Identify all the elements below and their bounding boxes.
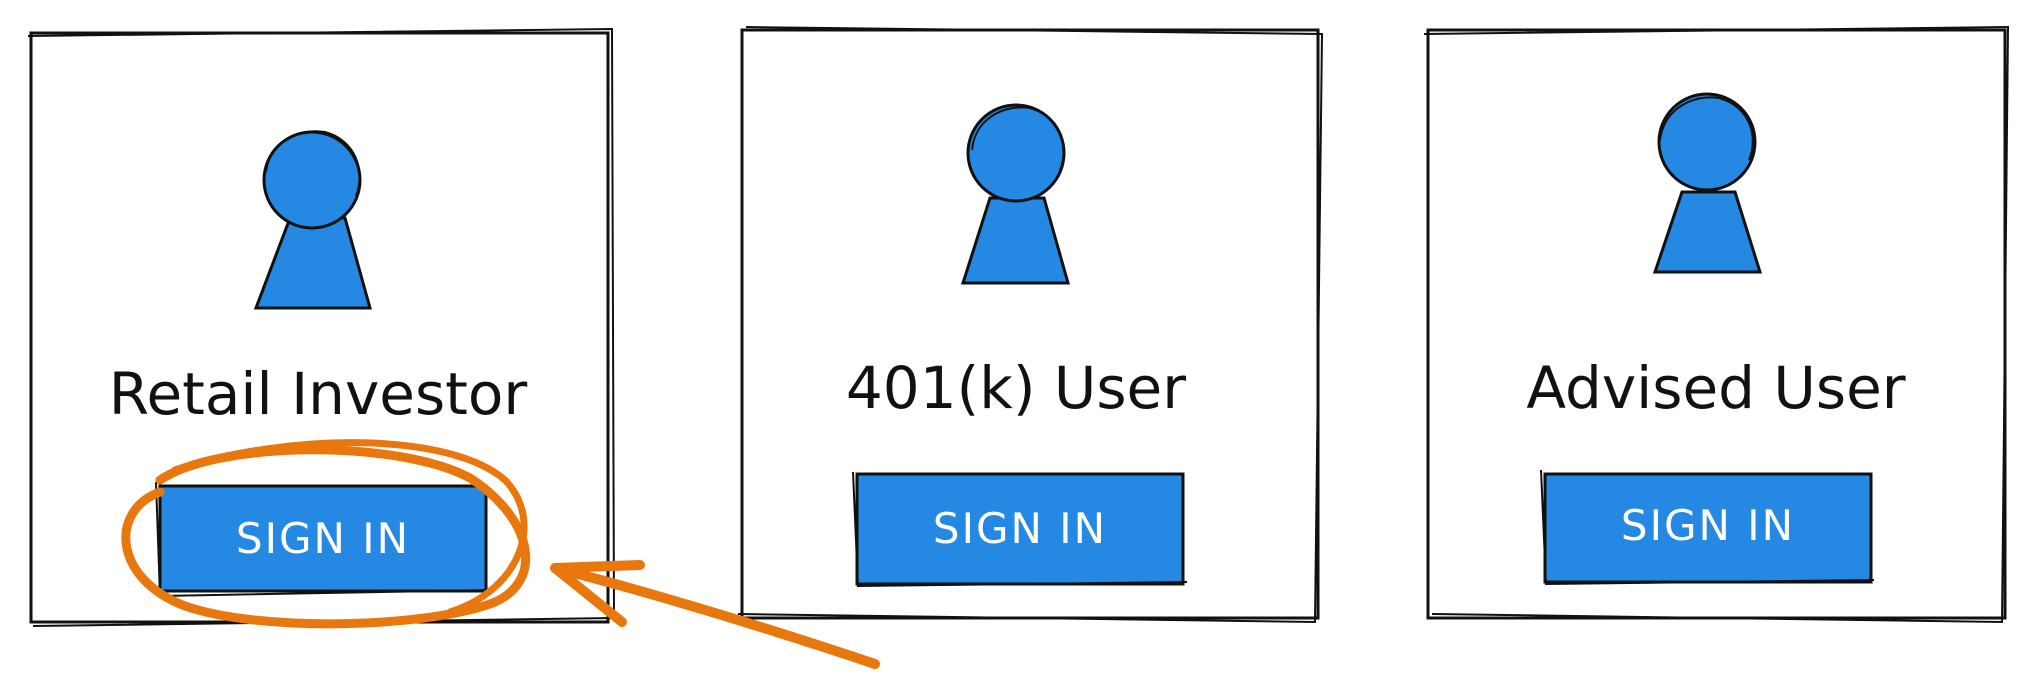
- card-title: Retail Investor: [109, 360, 528, 428]
- user-icon: [1652, 92, 1763, 274]
- sign-in-button-401k[interactable]: SIGN IN: [852, 471, 1188, 588]
- sign-in-button-label: SIGN IN: [236, 514, 410, 563]
- card-title: Advised User: [1526, 354, 1905, 422]
- user-icon-head: [1657, 92, 1757, 192]
- sign-in-button-label: SIGN IN: [1621, 501, 1795, 550]
- highlight-arrow-head: [550, 560, 645, 627]
- user-icon-body: [1652, 190, 1763, 274]
- sign-in-button-retail[interactable]: SIGN IN: [155, 481, 491, 598]
- card-title: 401(k) User: [846, 354, 1186, 422]
- login-options-sketch: Retail Investor SIGN IN 401(k) User SIGN…: [27, 25, 2010, 669]
- sign-in-button-advised[interactable]: SIGN IN: [1540, 469, 1875, 586]
- card-advised-user: Advised User SIGN IN: [1423, 25, 2010, 624]
- user-icon: [253, 130, 372, 310]
- user-icon-body: [960, 196, 1070, 285]
- card-401k-user: 401(k) User SIGN IN: [737, 26, 1324, 624]
- user-icon: [960, 103, 1070, 285]
- user-icon-body: [253, 216, 372, 310]
- sign-in-button-label: SIGN IN: [933, 504, 1107, 553]
